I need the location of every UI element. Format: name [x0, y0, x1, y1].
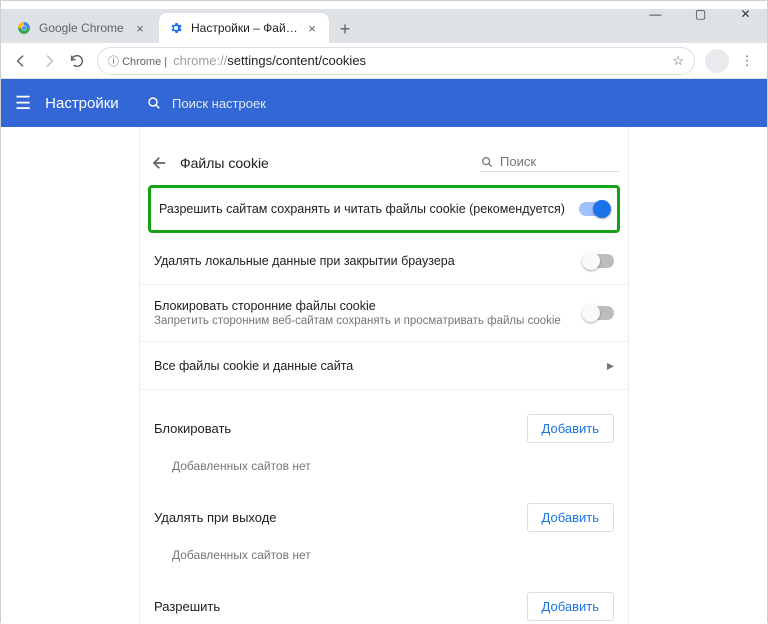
chevron-right-icon: ▸ [607, 357, 614, 374]
settings-search-input[interactable] [172, 96, 372, 111]
url-path: settings/content/cookies [227, 53, 366, 68]
toolbar: ⓘ Chrome | chrome://settings/content/coo… [1, 43, 767, 79]
search-icon [480, 155, 494, 169]
all-cookies-row[interactable]: Все файлы cookie и данные сайта ▸ [140, 342, 628, 390]
settings-title: Настройки [45, 95, 119, 112]
panel-search-placeholder: Поиск [500, 154, 536, 169]
back-button[interactable] [7, 47, 35, 75]
profile-avatar[interactable] [705, 49, 729, 73]
section-clear-on-exit: Удалять при выходе Добавить [140, 479, 628, 536]
hamburger-icon[interactable]: ☰ [15, 93, 31, 114]
toggle-label: Блокировать сторонние файлы cookie [154, 299, 584, 313]
close-icon[interactable]: × [133, 21, 147, 35]
section-title: Блокировать [154, 421, 231, 436]
toggle-clear-on-exit[interactable]: Удалять локальные данные при закрытии бр… [140, 237, 628, 285]
panel-title: Файлы cookie [180, 155, 480, 171]
section-title: Удалять при выходе [154, 510, 277, 525]
add-allow-button[interactable]: Добавить [527, 592, 614, 621]
search-icon [146, 95, 162, 111]
panel-search[interactable]: Поиск [480, 154, 620, 172]
toggle-label: Удалять локальные данные при закрытии бр… [154, 254, 584, 268]
window-maximize[interactable]: ▢ [678, 0, 723, 28]
panel-back-button[interactable] [144, 147, 176, 179]
toggle-label: Разрешить сайтам сохранять и читать файл… [159, 202, 579, 216]
new-tab-button[interactable]: + [331, 15, 359, 43]
settings-header: ☰ Настройки [1, 79, 767, 127]
toggle-switch[interactable] [584, 306, 614, 320]
toggle-block-third-party[interactable]: Блокировать сторонние файлы cookie Запре… [140, 285, 628, 342]
bookmark-star-icon[interactable]: ☆ [672, 53, 684, 69]
toggle-switch[interactable] [579, 202, 609, 216]
add-block-button[interactable]: Добавить [527, 414, 614, 443]
cookies-panel: Файлы cookie Поиск Разрешить сайтам сохр… [139, 127, 629, 624]
section-title: Разрешить [154, 599, 220, 614]
chrome-favicon-icon [17, 21, 31, 35]
toggle-allow-cookies[interactable]: Разрешить сайтам сохранять и читать файл… [148, 185, 620, 233]
window-close[interactable]: ✕ [723, 0, 768, 28]
empty-clear-list: Добавленных сайтов нет [140, 536, 628, 568]
reload-button[interactable] [63, 47, 91, 75]
menu-button[interactable]: ⋮ [733, 47, 761, 75]
tab-google-chrome[interactable]: Google Chrome × [7, 13, 157, 43]
toggle-sublabel: Запретить сторонним веб-сайтам сохранять… [154, 315, 584, 327]
section-allow: Разрешить Добавить [140, 568, 628, 624]
tab-settings-cookies[interactable]: Настройки – Файлы cookie × [159, 13, 329, 43]
secure-chip: ⓘ Chrome | [108, 53, 167, 69]
url-host: chrome:// [173, 53, 227, 68]
tab-title: Google Chrome [39, 21, 127, 35]
window-minimize[interactable]: ― [633, 0, 678, 28]
omnibox[interactable]: ⓘ Chrome | chrome://settings/content/coo… [97, 47, 695, 75]
empty-block-list: Добавленных сайтов нет [140, 447, 628, 479]
gear-icon [169, 21, 183, 35]
toggle-switch[interactable] [584, 254, 614, 268]
tab-title: Настройки – Файлы cookie [191, 21, 299, 35]
forward-button[interactable] [35, 47, 63, 75]
add-clear-button[interactable]: Добавить [527, 503, 614, 532]
settings-search[interactable] [136, 95, 767, 111]
row-label: Все файлы cookie и данные сайта [154, 359, 607, 373]
close-icon[interactable]: × [305, 21, 319, 35]
section-block: Блокировать Добавить [140, 390, 628, 447]
